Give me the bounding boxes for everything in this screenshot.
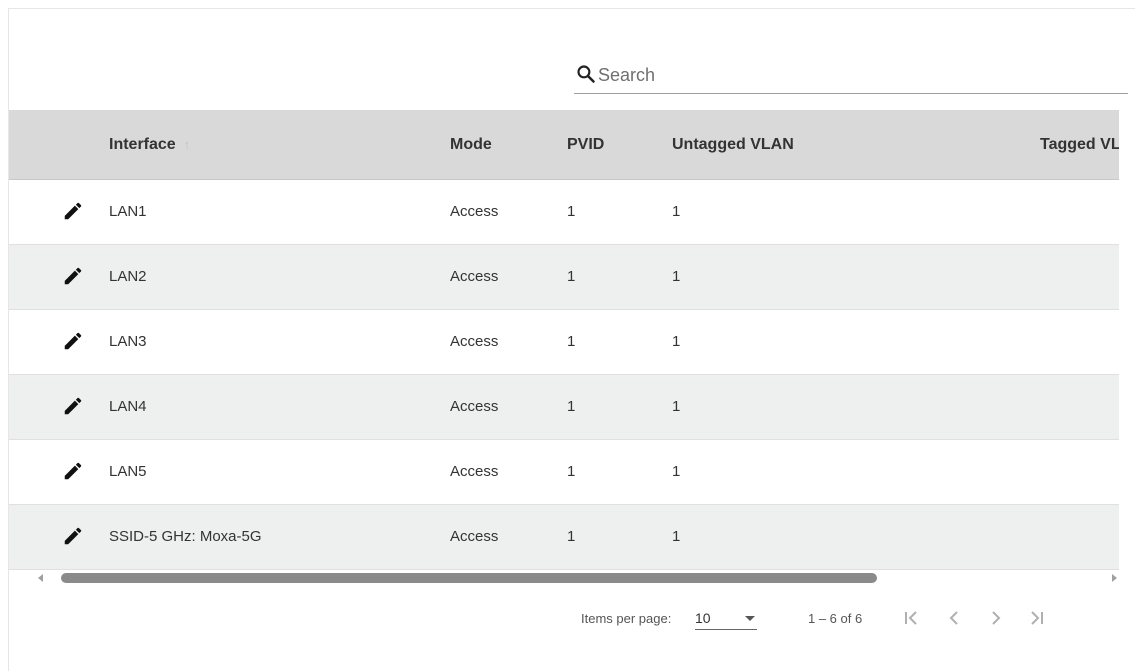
cell-interface: SSID-5 GHz: Moxa-5G xyxy=(109,528,262,545)
cell-interface: LAN4 xyxy=(109,398,147,415)
last-page-button[interactable] xyxy=(1023,605,1049,631)
cell-mode: Access xyxy=(450,203,499,220)
scroll-left-arrow-icon[interactable] xyxy=(35,572,47,584)
column-header-interface[interactable]: Interface ↑ xyxy=(109,110,190,180)
first-page-icon xyxy=(905,611,917,625)
last-page-icon xyxy=(1031,611,1043,625)
cell-pvid: 1 xyxy=(567,398,576,415)
cell-interface: LAN2 xyxy=(109,268,147,285)
cell-pvid: 1 xyxy=(567,333,576,350)
scrollbar-thumb[interactable] xyxy=(61,573,877,583)
table-header: Interface ↑ Mode PVID Untagged VLAN Tagge… xyxy=(9,110,1119,180)
table-row: LAN4 Access 1 1 xyxy=(9,375,1119,440)
cell-untagged-vlan: 1 xyxy=(672,398,681,415)
column-header-untagged-vlan: Untagged VLAN xyxy=(672,136,794,153)
cell-pvid: 1 xyxy=(567,203,576,220)
chevron-right-icon xyxy=(992,611,1001,625)
paginator: Items per page: 10 1 – 6 of 6 xyxy=(9,599,1119,639)
search-icon xyxy=(577,65,595,83)
column-header-tagged-vlan: Tagged VL xyxy=(1040,136,1119,153)
cell-interface: LAN1 xyxy=(109,203,147,220)
dropdown-caret-icon xyxy=(745,616,755,621)
cell-interface: LAN5 xyxy=(109,463,147,480)
next-page-button[interactable] xyxy=(983,605,1009,631)
cell-untagged-vlan: 1 xyxy=(672,463,681,480)
first-page-button[interactable] xyxy=(899,605,925,631)
table-row: SSID-5 GHz: Moxa-5G Access 1 1 xyxy=(9,505,1119,570)
cell-untagged-vlan: 1 xyxy=(672,333,681,350)
horizontal-scrollbar[interactable] xyxy=(35,571,1120,585)
cell-mode: Access xyxy=(450,463,499,480)
cell-mode: Access xyxy=(450,268,499,285)
cell-untagged-vlan: 1 xyxy=(672,268,681,285)
table-row: LAN3 Access 1 1 xyxy=(9,310,1119,375)
cell-interface: LAN3 xyxy=(109,333,147,350)
column-header-label: Interface xyxy=(109,136,176,153)
previous-page-button[interactable] xyxy=(941,605,967,631)
cell-mode: Access xyxy=(450,398,499,415)
column-header-mode: Mode xyxy=(450,136,492,153)
pencil-icon[interactable] xyxy=(62,200,84,222)
column-header-pvid: PVID xyxy=(567,136,605,153)
table-row: LAN1 Access 1 1 xyxy=(9,180,1119,245)
cell-mode: Access xyxy=(450,528,499,545)
cell-untagged-vlan: 1 xyxy=(672,528,681,545)
pencil-icon[interactable] xyxy=(62,330,84,352)
arrow-up-icon: ↑ xyxy=(183,137,191,152)
cell-mode: Access xyxy=(450,333,499,350)
cell-pvid: 1 xyxy=(567,268,576,285)
table-row: LAN2 Access 1 1 xyxy=(9,245,1119,310)
cell-pvid: 1 xyxy=(567,463,576,480)
vlan-table: Interface ↑ Mode PVID Untagged VLAN Tagge… xyxy=(9,110,1119,573)
search-field[interactable] xyxy=(574,61,1128,94)
table-row: LAN5 Access 1 1 xyxy=(9,440,1119,505)
range-label: 1 – 6 of 6 xyxy=(808,611,863,626)
pencil-icon[interactable] xyxy=(62,395,84,417)
cell-untagged-vlan: 1 xyxy=(672,203,681,220)
scroll-right-arrow-icon[interactable] xyxy=(1108,572,1120,584)
pencil-icon[interactable] xyxy=(62,265,84,287)
items-per-page-label: Items per page: xyxy=(581,611,672,626)
pencil-icon[interactable] xyxy=(62,460,84,482)
pencil-icon[interactable] xyxy=(62,525,84,547)
search-input[interactable] xyxy=(598,61,1098,89)
items-per-page-select[interactable]: 10 xyxy=(695,605,757,630)
vlan-table-card: Interface ↑ Mode PVID Untagged VLAN Tagge… xyxy=(8,8,1135,671)
cell-pvid: 1 xyxy=(567,528,576,545)
chevron-left-icon xyxy=(949,611,958,625)
items-per-page-value: 10 xyxy=(695,610,711,626)
